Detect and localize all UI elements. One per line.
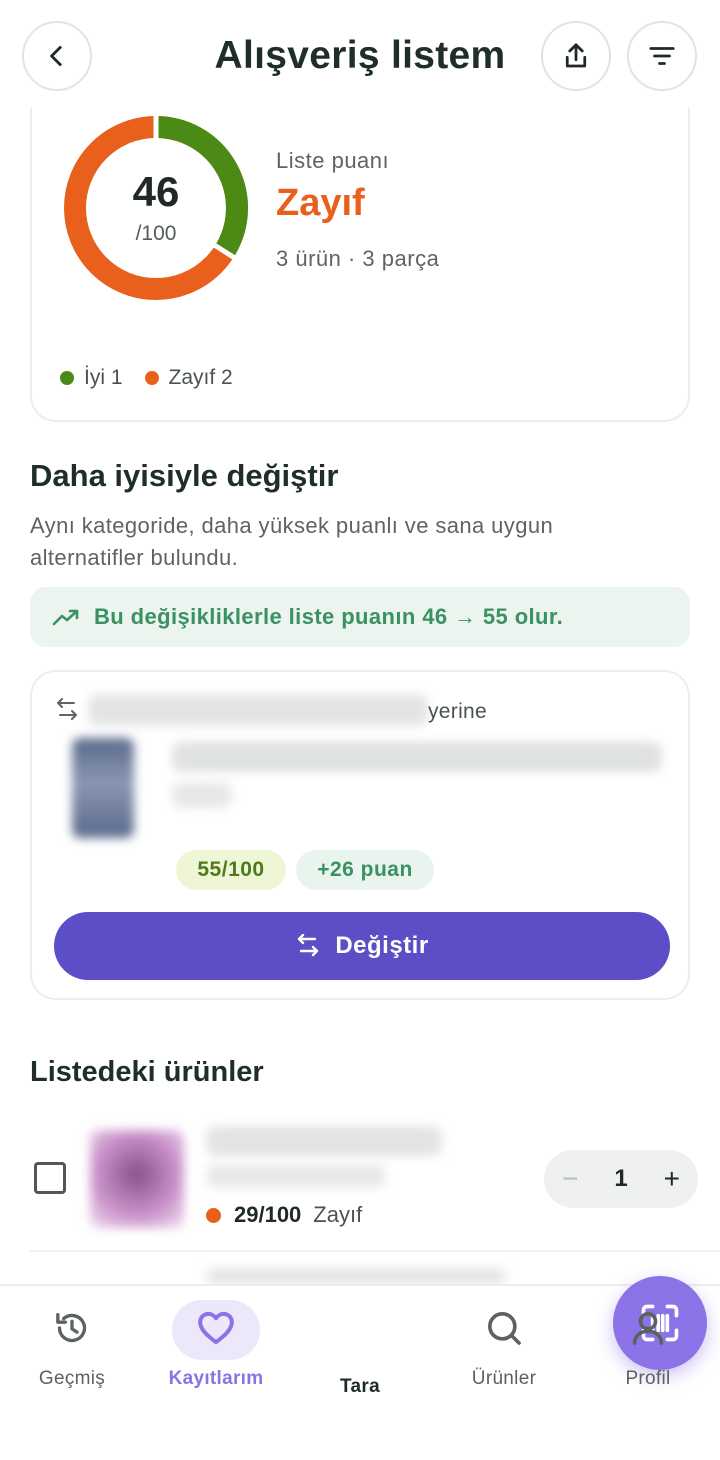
- replace-section-title: Daha iyisiyle değiştir: [30, 458, 339, 493]
- alternative-score-badge: 55/100: [176, 850, 286, 890]
- improvement-banner: Bu değişikliklerle liste puanın 46 → 55 …: [30, 587, 690, 647]
- tab-history-label: Geçmiş: [38, 1368, 106, 1389]
- filter-button[interactable]: [627, 21, 697, 91]
- swap-button[interactable]: Değiştir: [54, 912, 670, 980]
- legend-dot-good: [60, 371, 74, 385]
- increase-button[interactable]: +: [664, 1163, 680, 1195]
- product-image: [90, 1130, 184, 1228]
- legend-item-good: İyi 1: [60, 366, 123, 390]
- alternative-product-name-line1: [172, 742, 662, 772]
- tab-scan-label: Tara: [340, 1376, 380, 1397]
- swap-suggestion-card: yerine 55/100 +26 puan Değiştir: [30, 670, 690, 1000]
- item-grade: Zayıf: [313, 1202, 363, 1227]
- next-product-name-blurred: [206, 1268, 506, 1284]
- score-meta: 3 ürün · 3 parça: [276, 246, 440, 271]
- replace-section-description: Aynı kategoride, daha yüksek puanlı ve s…: [30, 513, 554, 570]
- item-score: 29/100 Zayıf: [206, 1202, 362, 1228]
- legend-item-poor: Zayıf 2: [144, 366, 233, 390]
- quantity-value: 1: [614, 1165, 628, 1192]
- history-icon: [56, 1313, 87, 1343]
- swap-arrows-icon: [298, 934, 319, 957]
- share-button[interactable]: [541, 21, 611, 91]
- divider: [30, 1250, 720, 1252]
- quantity-stepper: − 1 +: [544, 1150, 698, 1208]
- top-bar: Alışveriş listem: [0, 0, 720, 108]
- alternative-product-image: [72, 738, 134, 838]
- heart-icon: [198, 1311, 234, 1345]
- item-score-dot: [206, 1207, 221, 1223]
- swap-arrows-icon: [57, 698, 77, 720]
- product-name-line1: [206, 1126, 442, 1156]
- page-title: Alışveriş listem: [214, 34, 506, 77]
- filter-icon: [649, 47, 675, 65]
- swap-button-label: Değiştir: [335, 932, 429, 959]
- decrease-button[interactable]: −: [562, 1163, 578, 1195]
- score-grade: Zayıf: [276, 182, 365, 224]
- trend-up-icon: [52, 609, 79, 626]
- tab-saved-label: Kayıtlarım: [168, 1368, 264, 1389]
- score-denominator: /100: [135, 222, 177, 245]
- list-score-card: 46 /100 Liste puanı Zayıf 3 ürün · 3 par…: [30, 90, 690, 422]
- score-value: 46: [132, 168, 180, 215]
- instead-label: yerine: [428, 700, 487, 723]
- bottom-tab-bar: Geçmiş Kayıtlarım Tara Ürünler Profil: [0, 1276, 720, 1460]
- share-icon: [565, 43, 587, 68]
- item-score-value: 29/100: [234, 1202, 302, 1227]
- legend-dot-poor: [144, 371, 159, 385]
- legend-label-good: İyi 1: [84, 366, 123, 389]
- list-section-title: Listedeki ürünler: [30, 1056, 264, 1088]
- original-product-name-blurred: [88, 694, 428, 726]
- score-legend: İyi 1 Zayıf 2: [60, 366, 255, 390]
- user-icon: [632, 1312, 664, 1345]
- item-checkbox[interactable]: [34, 1162, 66, 1194]
- search-icon: [488, 1312, 521, 1345]
- legend-label-poor: Zayıf 2: [168, 366, 233, 389]
- tab-products-label: Ürünler: [471, 1368, 537, 1389]
- alternative-product-name-line2: [172, 782, 232, 808]
- tab-profile-label: Profil: [625, 1368, 671, 1389]
- score-gain-badge: +26 puan: [296, 850, 434, 890]
- improvement-text: Bu değişikliklerle liste puanın 46 → 55 …: [94, 604, 564, 629]
- score-label: Liste puanı: [276, 148, 390, 173]
- product-name-line2: [206, 1164, 386, 1188]
